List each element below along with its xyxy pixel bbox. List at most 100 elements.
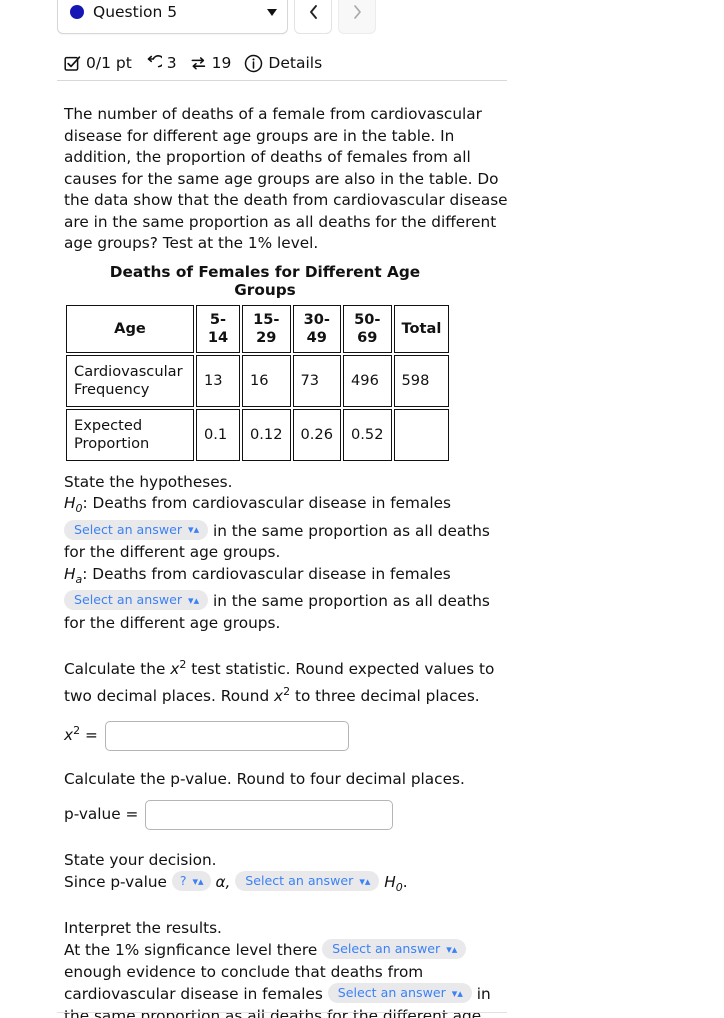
decision-prefix: Since p-value [64,873,167,892]
row-label-expected-proportion: Expected Proportion [66,408,194,461]
score-value: 0/1 pt [86,54,132,72]
select-label: Select an answer [74,521,183,537]
attempts-value: 3 [166,54,177,72]
table-header-5-14: 5-14 [196,304,240,353]
chevron-down-icon [267,8,277,16]
table-header-total: Total [393,304,450,353]
h0-symbol: H [64,494,76,512]
table-header-age: Age [66,304,194,353]
p-value-input[interactable] [145,799,394,830]
chi-square-answer-row: x2 = [64,716,509,751]
p-value-instruction: Calculate the p-value. Round to four dec… [64,769,465,788]
table-header-15-29: 15-29 [242,304,291,353]
attempts-group: 3 [145,54,177,72]
decision-select[interactable]: Select an answer ▾▴ [235,871,380,892]
footer-divider [57,1012,507,1013]
cell-freq-30-49: 73 [292,354,341,407]
details-group[interactable]: Details [244,54,322,73]
equals-sign: = [84,726,98,745]
hypotheses-heading: State the hypotheses. [64,472,233,491]
chevron-updown-icon: ▾▴ [359,874,371,888]
chevron-updown-icon: ▾▴ [451,986,463,1000]
decision-section: State your decision. Since p-value ? ▾▴ α… [64,850,509,899]
chi-instr-c: to three decimal places. [290,686,480,705]
cell-freq-5-14: 13 [196,354,240,407]
chi-symbol: x [170,660,180,679]
chi-symbol: x [274,686,284,705]
row-label-cardiovascular-frequency: Cardiovascular Frequency [66,354,194,407]
table-row: Cardiovascular Frequency 13 16 73 496 59… [66,354,450,407]
details-label: Details [268,54,323,72]
ha-symbol: H [64,564,76,583]
chi-square-instruction: Calculate the x2 test statistic. Round e… [64,654,509,707]
question-selector-label: Question 5 [93,3,178,21]
alternative-hypothesis-select[interactable]: Select an answer ▾▴ [64,590,209,611]
p-value-label: p-value = [64,805,139,824]
question-body: The number of deaths of a female from ca… [64,104,509,1018]
null-hypothesis-line: H0: Deaths from cardiovascular disease i… [64,494,490,562]
comparison-operator-select[interactable]: ? ▾▴ [171,871,211,892]
hypotheses-section: State the hypotheses. H0: Deaths from ca… [64,472,509,635]
select-label: Select an answer [74,592,183,608]
p-value-section: Calculate the p-value. Round to four dec… [64,769,509,830]
chevron-updown-icon: ▾▴ [188,593,200,607]
question-page: Question 5 0/1 pt 3 19 Details The numbe… [0,0,724,1018]
previous-question-button[interactable] [294,0,332,34]
cell-prop-50-69: 0.52 [343,408,392,461]
null-hypothesis-select[interactable]: Select an answer ▾▴ [64,519,209,540]
h0-subscript: 0 [75,502,83,516]
chevron-updown-icon: ▾▴ [446,942,458,956]
chevron-left-icon [309,5,317,19]
decision-line: Since p-value ? ▾▴ α, Select an answer ▾▴ … [64,871,509,899]
interpret-section: Interpret the results. At the 1% signfic… [64,918,509,1018]
question-prompt: The number of deaths of a female from ca… [64,105,508,252]
cell-prop-30-49: 0.26 [292,408,341,461]
h0-symbol: H [384,873,396,892]
question-selector-dropdown[interactable]: Question 5 [57,0,288,34]
null-hypothesis-prefix: Deaths from cardiovascular disease in fe… [92,494,451,512]
table-header-30-49: 30-49 [292,304,341,353]
ha-subscript: a [75,572,83,586]
table-title: Deaths of Females for Different Age Grou… [109,262,421,299]
info-circle-icon [244,54,263,73]
undo-arrow-icon [145,54,165,72]
alpha-symbol: α, [215,873,231,892]
interpret-select-1[interactable]: Select an answer ▾▴ [322,939,467,960]
select-label: Select an answer [245,873,354,889]
alternative-hypothesis-prefix: Deaths from cardiovascular disease in fe… [92,564,451,583]
interpret-select-2[interactable]: Select an answer ▾▴ [327,983,472,1004]
next-question-button[interactable] [338,0,376,34]
h0-subscript: 0 [395,881,403,895]
cell-prop-15-29: 0.12 [242,408,291,461]
chi-symbol: x [64,726,74,745]
cell-freq-total: 598 [393,354,450,407]
chi-instr-a: Calculate the [64,660,171,679]
interpret-part3: in [476,985,491,1004]
cell-freq-15-29: 16 [242,354,291,407]
deaths-data-table: Age 5-14 15-29 30-49 50-69 Total Cardiov… [64,303,451,463]
chevron-updown-icon: ▾▴ [188,523,200,537]
select-label: Select an answer [332,941,441,957]
select-label: ? [179,873,187,889]
chevron-right-icon [353,5,361,19]
decision-period: . [402,873,408,892]
score-group: 0/1 pt [64,54,132,72]
cell-freq-50-69: 496 [343,354,392,407]
tries-value: 19 [211,54,232,72]
table-row: Expected Proportion 0.1 0.12 0.26 0.52 [66,408,450,461]
chi-square-input[interactable] [104,720,349,751]
tries-group: 19 [190,54,232,72]
interpret-line: At the 1% signficance level there Select… [64,939,509,1018]
alternative-hypothesis-line: Ha: Deaths from cardiovascular disease i… [64,564,490,632]
select-label: Select an answer [337,985,446,1001]
cell-prop-5-14: 0.1 [196,408,240,461]
question-status-bar: 0/1 pt 3 19 Details [64,48,322,78]
header-divider [57,80,507,81]
chi-square-label: x2 = [64,724,98,745]
swap-arrows-icon [190,55,207,72]
p-value-answer-row: p-value = [64,799,509,830]
chi-square-section: Calculate the x2 test statistic. Round e… [64,654,509,751]
interpret-part1: At the 1% signficance level there [64,941,318,960]
table-header-row: Age 5-14 15-29 30-49 50-69 Total [66,304,450,353]
chi-exponent: 2 [73,724,81,738]
